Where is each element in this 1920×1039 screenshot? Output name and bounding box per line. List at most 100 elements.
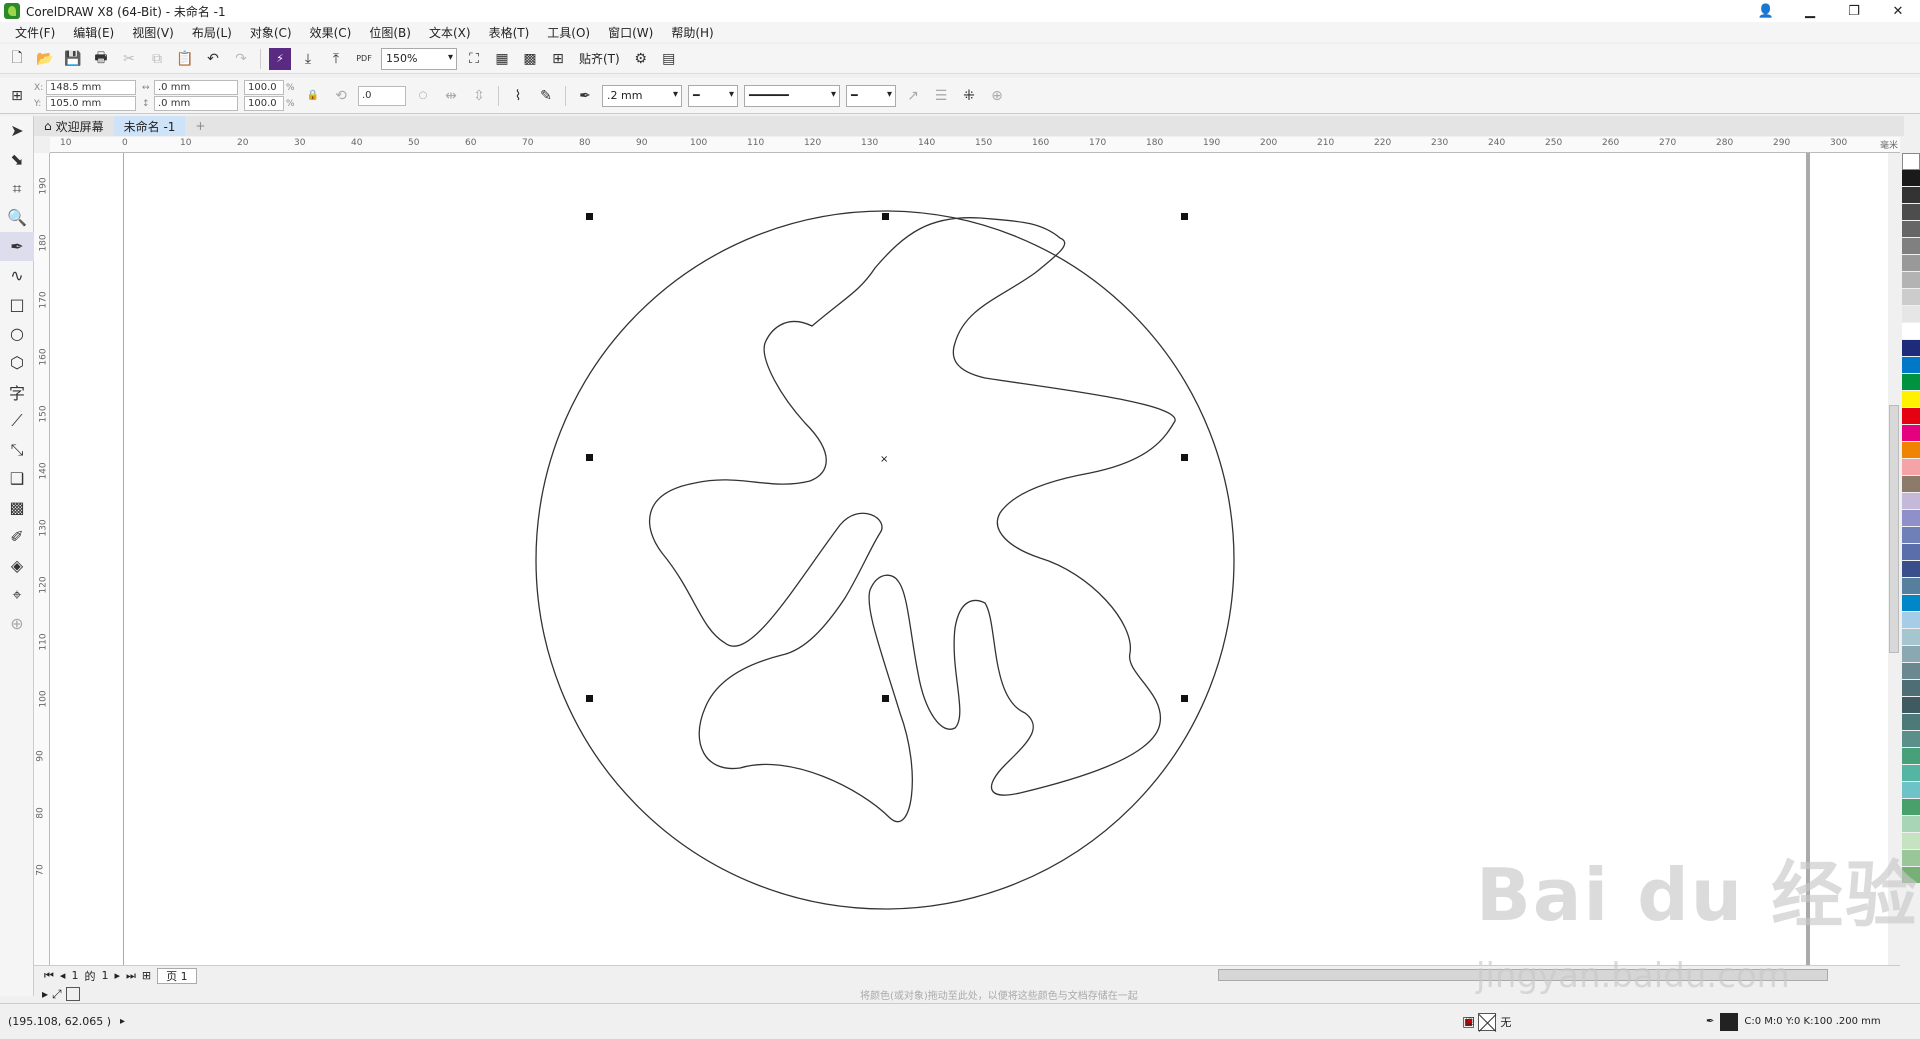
- palette-swatch-3[interactable]: [1902, 221, 1920, 238]
- show-guidelines-icon[interactable]: ⊞: [547, 48, 569, 70]
- palette-swatch-12[interactable]: [1902, 374, 1920, 391]
- application-launcher-icon[interactable]: ▤: [658, 48, 680, 70]
- y-position-field[interactable]: 105.0 mm: [46, 96, 136, 111]
- menu-window[interactable]: 窗口(W): [599, 24, 662, 41]
- account-icon[interactable]: 👤: [1744, 0, 1788, 22]
- center-marker-icon[interactable]: ×: [880, 454, 888, 465]
- tab-welcome[interactable]: ⌂ 欢迎屏幕: [34, 116, 114, 136]
- horizontal-scrollbar[interactable]: [1218, 969, 1828, 981]
- status-expand-icon[interactable]: ▸: [120, 1016, 125, 1027]
- handle-top-middle[interactable]: [882, 213, 889, 220]
- end-arrowhead-select[interactable]: ━: [846, 84, 896, 107]
- menu-view[interactable]: 视图(V): [123, 24, 183, 41]
- scale-y-field[interactable]: 100.0: [244, 96, 284, 111]
- export-icon[interactable]: ⤒: [325, 48, 347, 70]
- page-tab[interactable]: 页 1: [157, 967, 197, 984]
- palette-swatch-9[interactable]: [1902, 323, 1920, 340]
- add-page-icon[interactable]: ⊞: [142, 969, 151, 982]
- print-icon[interactable]: 🖶: [90, 48, 112, 70]
- palette-swatch-5[interactable]: [1902, 255, 1920, 272]
- eyedropper-tool-icon[interactable]: ✐: [0, 522, 34, 551]
- palette-swatch-26[interactable]: [1902, 612, 1920, 629]
- show-rulers-icon[interactable]: ▦: [491, 48, 513, 70]
- handle-bottom-middle[interactable]: [882, 695, 889, 702]
- freehand-shape[interactable]: [648, 217, 1176, 823]
- zoom-level-select[interactable]: 150%: [381, 47, 457, 70]
- palette-swatch-36[interactable]: [1902, 782, 1920, 799]
- close-curve-icon[interactable]: ↗: [902, 85, 924, 107]
- horizontal-ruler[interactable]: 10 0 10 20 30 40 50 60 70 80 90 100 110 …: [50, 137, 1900, 153]
- palette-swatch-40[interactable]: [1902, 850, 1920, 867]
- document-palette-arrow-icon[interactable]: ▸: [42, 987, 48, 1001]
- palette-swatch-14[interactable]: [1902, 408, 1920, 425]
- palette-swatch-0[interactable]: [1902, 170, 1920, 187]
- text-tool-icon[interactable]: 字: [0, 377, 34, 406]
- palette-swatch-23[interactable]: [1902, 561, 1920, 578]
- zoom-tool-icon[interactable]: 🔍: [0, 203, 34, 232]
- paste-icon[interactable]: 📋: [174, 48, 196, 70]
- close-button[interactable]: ✕: [1876, 0, 1920, 22]
- first-page-icon[interactable]: ⏮: [44, 969, 54, 983]
- palette-swatch-37[interactable]: [1902, 799, 1920, 816]
- menu-text[interactable]: 文本(X): [420, 24, 480, 41]
- palette-swatch-17[interactable]: [1902, 459, 1920, 476]
- palette-swatch-22[interactable]: [1902, 544, 1920, 561]
- menu-edit[interactable]: 编辑(E): [64, 24, 123, 41]
- outer-circle[interactable]: [535, 210, 1235, 910]
- shape-quick-icon[interactable]: ⁜: [958, 85, 980, 107]
- polygon-tool-icon[interactable]: ⬡: [0, 348, 34, 377]
- menu-bitmaps[interactable]: 位图(B): [360, 24, 420, 41]
- palette-swatch-19[interactable]: [1902, 493, 1920, 510]
- shape-tool-icon[interactable]: ⬊: [0, 145, 34, 174]
- artwork[interactable]: ×: [50, 153, 1900, 965]
- palette-swatch-16[interactable]: [1902, 442, 1920, 459]
- transparency-tool-icon[interactable]: ▩: [0, 493, 34, 522]
- handle-middle-right[interactable]: [1181, 454, 1188, 461]
- artistic-media-tool-icon[interactable]: ∿: [0, 261, 34, 290]
- palette-swatch-34[interactable]: [1902, 748, 1920, 765]
- vertical-scrollbar[interactable]: [1888, 153, 1900, 965]
- save-icon[interactable]: 💾: [62, 48, 84, 70]
- palette-swatch-8[interactable]: [1902, 306, 1920, 323]
- vertical-ruler[interactable]: 190 180 170 160 150 140 130 120 110 100 …: [34, 153, 50, 965]
- options-gear-icon[interactable]: ⚙: [630, 48, 652, 70]
- object-origin-icon[interactable]: ⊞: [6, 85, 28, 107]
- palette-swatch-38[interactable]: [1902, 816, 1920, 833]
- mirror-vertical-icon[interactable]: ⇳: [468, 85, 490, 107]
- import-icon[interactable]: ⤓: [297, 48, 319, 70]
- connector-tool-icon[interactable]: ⤡: [0, 435, 34, 464]
- palette-swatch-30[interactable]: [1902, 680, 1920, 697]
- snap-to-dropdown[interactable]: 贴齐(T): [575, 50, 624, 67]
- add-tab-button[interactable]: +: [185, 116, 215, 136]
- full-screen-icon[interactable]: ⛶: [463, 48, 485, 70]
- rotate-icon[interactable]: ⟲: [330, 85, 352, 107]
- new-document-icon[interactable]: 🗋: [6, 48, 28, 70]
- palette-swatch-41[interactable]: [1902, 867, 1920, 884]
- next-page-icon[interactable]: ▸: [114, 969, 120, 982]
- palette-swatch-33[interactable]: [1902, 731, 1920, 748]
- menu-object[interactable]: 对象(C): [241, 24, 301, 41]
- palette-swatch-18[interactable]: [1902, 476, 1920, 493]
- outline-pen-status-icon[interactable]: ✒: [1706, 1016, 1714, 1027]
- freehand-tool-icon[interactable]: ✒: [0, 232, 34, 261]
- copy-icon[interactable]: ⧉: [146, 48, 168, 70]
- restore-button[interactable]: ❐: [1832, 0, 1876, 22]
- open-icon[interactable]: 📂: [34, 48, 56, 70]
- no-color-swatch[interactable]: [1902, 153, 1920, 170]
- palette-swatch-25[interactable]: [1902, 595, 1920, 612]
- palette-swatch-24[interactable]: [1902, 578, 1920, 595]
- palette-swatch-11[interactable]: [1902, 357, 1920, 374]
- cut-icon[interactable]: ✂: [118, 48, 140, 70]
- redo-icon[interactable]: ↷: [230, 48, 252, 70]
- menu-tools[interactable]: 工具(O): [538, 24, 599, 41]
- palette-swatch-35[interactable]: [1902, 765, 1920, 782]
- undo-icon[interactable]: ↶: [202, 48, 224, 70]
- ellipse-tool-icon[interactable]: ○: [0, 319, 34, 348]
- freehand-smoothing-icon[interactable]: ⌇: [507, 85, 529, 107]
- palette-swatch-7[interactable]: [1902, 289, 1920, 306]
- menu-help[interactable]: 帮助(H): [662, 24, 722, 41]
- handle-bottom-right[interactable]: [1181, 695, 1188, 702]
- eyedropper-small-icon[interactable]: ⤢: [52, 987, 62, 1002]
- menu-layout[interactable]: 布局(L): [183, 24, 241, 41]
- crop-tool-icon[interactable]: ⌗: [0, 174, 34, 203]
